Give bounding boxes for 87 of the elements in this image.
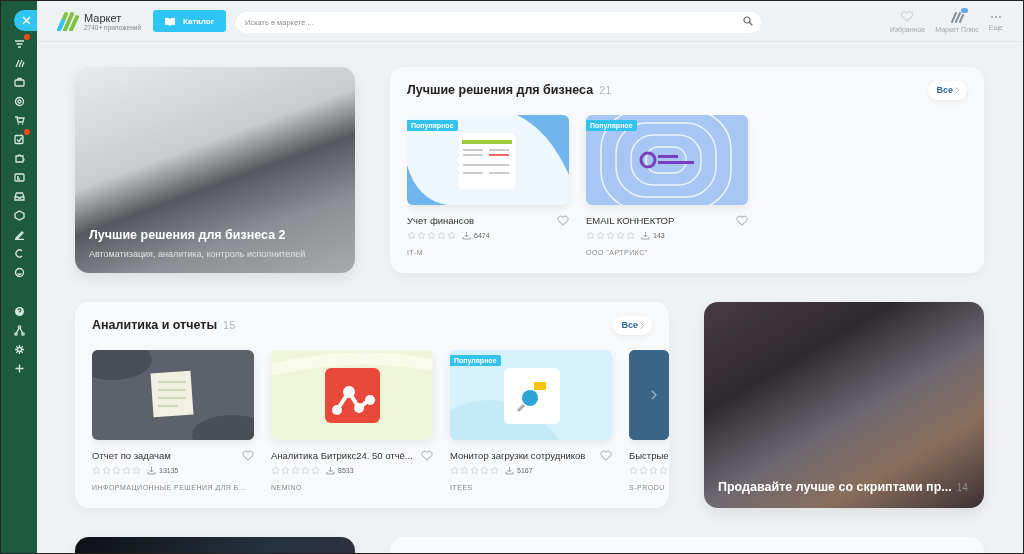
thumbnail-drawing[interactable] <box>271 350 433 440</box>
chevron-icon <box>640 321 644 329</box>
star-icon <box>291 466 300 475</box>
download-icon <box>505 466 514 475</box>
star-icon <box>447 231 456 240</box>
search-icon <box>743 15 753 26</box>
promo-card[interactable]: Продавайте лучше со скриптами пр... 14 <box>704 302 984 508</box>
show-all-button[interactable]: Все <box>928 80 967 100</box>
download-icon <box>641 231 650 240</box>
star-icon <box>122 466 131 475</box>
star-icon <box>586 231 595 240</box>
star-icon <box>460 466 469 475</box>
section-title: Аналитика и отчеты <box>92 318 218 332</box>
checkbox-icon[interactable] <box>13 134 25 145</box>
star-icon <box>271 466 280 475</box>
stripes-icon[interactable] <box>13 58 25 69</box>
stripes-icon <box>950 9 964 24</box>
star-icon <box>649 466 658 475</box>
logo-title: Маркет <box>84 11 123 24</box>
thumbnail-drawing[interactable] <box>450 350 612 440</box>
app-title[interactable]: Монитор загрузки сотрудников <box>450 450 586 461</box>
filter-icon[interactable] <box>13 39 25 50</box>
plus-icon[interactable] <box>13 363 25 374</box>
item-count: 15 <box>223 319 236 331</box>
thumbnail-drawing[interactable] <box>92 350 254 440</box>
more-icon <box>990 15 1001 18</box>
settings-icon[interactable] <box>13 344 25 355</box>
promo-subtitle: Автоматизация, аналитика, контроль исполнителей <box>89 249 307 259</box>
box-icon[interactable] <box>13 210 25 221</box>
cart-icon[interactable] <box>13 115 25 126</box>
logo-icon <box>57 11 79 31</box>
star-icon <box>616 231 625 240</box>
app-title[interactable]: EMAIL КОННЕКТОР <box>586 215 675 226</box>
star-icon <box>639 466 648 475</box>
sitemap-icon[interactable] <box>13 325 25 336</box>
star-icon <box>112 466 121 475</box>
help-icon[interactable] <box>13 306 25 317</box>
star-icon <box>470 466 479 475</box>
download-icon <box>462 231 471 240</box>
show-all-button[interactable]: Все <box>613 315 652 335</box>
star-icon <box>417 231 426 240</box>
star-icon <box>281 466 290 475</box>
star-icon <box>437 231 446 240</box>
thumbnail-drawing[interactable] <box>586 115 748 205</box>
item-count: 21 <box>599 84 612 96</box>
item-count: 14 <box>956 481 968 493</box>
star-icon <box>596 231 605 240</box>
download-icon <box>326 466 335 475</box>
star-icon <box>311 466 320 475</box>
star-icon <box>450 466 459 475</box>
star-icon <box>132 466 141 475</box>
star-icon <box>626 231 635 240</box>
heart-icon <box>900 9 915 24</box>
puzzle-icon[interactable] <box>13 153 25 164</box>
thumbnail-drawing[interactable] <box>407 115 569 205</box>
app-title[interactable]: Быстрые <box>629 450 669 461</box>
target-icon[interactable] <box>13 96 25 107</box>
star-icon <box>102 466 111 475</box>
briefcase-icon[interactable] <box>13 77 25 88</box>
section-title: Лучшие решения для бизнеса <box>407 83 594 97</box>
book-icon <box>165 16 175 26</box>
pen-icon[interactable] <box>13 229 25 240</box>
star-icon <box>407 231 416 240</box>
star-icon <box>659 466 668 475</box>
star-icon <box>427 231 436 240</box>
smile-icon[interactable] <box>13 267 25 278</box>
id-card-icon[interactable] <box>13 172 25 183</box>
star-icon <box>301 466 310 475</box>
app-title[interactable]: Учет финансов <box>407 215 475 226</box>
catalog-button[interactable]: Каталог <box>153 10 226 32</box>
promo-card[interactable]: Лучшие решения для бизнеса 2 Автоматизация, аналитика, контроль исполнителей <box>75 67 355 273</box>
chevron-icon[interactable] <box>651 390 657 400</box>
close-button[interactable] <box>14 10 39 31</box>
star-icon <box>606 231 615 240</box>
inbox-icon[interactable] <box>13 191 25 202</box>
app-title[interactable]: Аналитика Битрикс24. 50 отчё... <box>271 450 413 461</box>
download-icon <box>147 466 156 475</box>
promo-title: Лучшие решения для бизнеса 2 <box>89 228 286 242</box>
star-icon <box>480 466 489 475</box>
close-icon <box>22 16 31 25</box>
arc-icon[interactable] <box>13 248 25 259</box>
app-title[interactable]: Отчет по задачам <box>92 450 171 461</box>
chevron-icon <box>955 86 959 94</box>
star-icon <box>629 466 638 475</box>
star-icon <box>92 466 101 475</box>
promo-title: Продавайте лучше со скриптами пр... <box>718 480 952 494</box>
star-icon <box>490 466 499 475</box>
